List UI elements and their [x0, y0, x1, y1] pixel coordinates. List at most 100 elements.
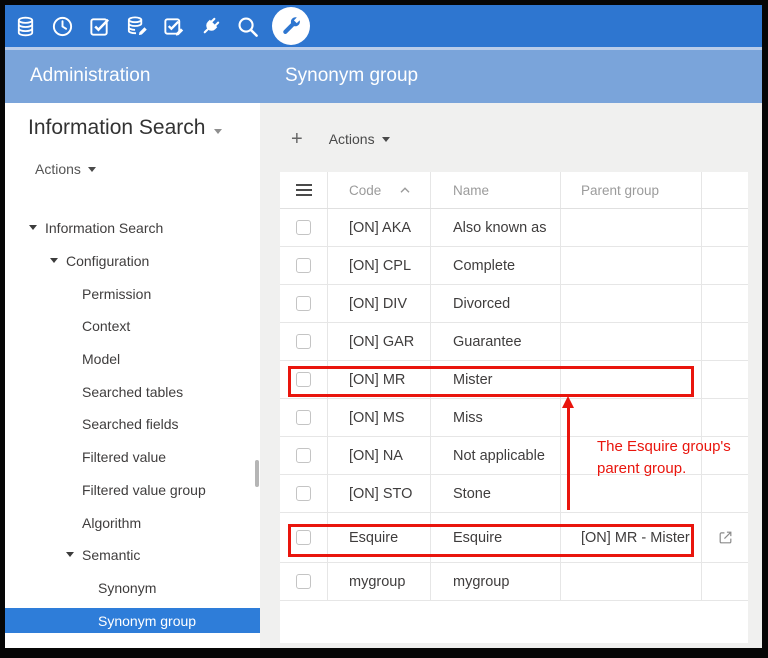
synonym-group-table: Code Name Parent group [ON] AKAAlso know… — [280, 172, 748, 643]
row-actions-cell — [701, 285, 748, 322]
cell-name: Also known as — [430, 209, 560, 246]
actions-button-label: Actions — [329, 131, 375, 147]
sidebar-item-filtered-value[interactable]: Filtered value — [5, 441, 260, 474]
row-checkbox[interactable] — [296, 372, 311, 387]
sidebar-item-configuration[interactable]: Configuration — [5, 245, 260, 278]
row-checkbox[interactable] — [296, 220, 311, 235]
column-header-parent-group-label: Parent group — [581, 183, 659, 198]
table-row[interactable]: [ON] NANot applicable — [280, 437, 748, 475]
row-actions-cell — [701, 563, 748, 600]
page-header: Administration Synonym group — [5, 50, 762, 103]
sidebar-item-model[interactable]: Model — [5, 343, 260, 376]
cell-parent-group — [560, 437, 701, 474]
cell-code: [ON] GAR — [327, 323, 430, 360]
row-checkbox[interactable] — [296, 486, 311, 501]
top-toolbar — [5, 5, 762, 47]
sidebar-item-searched-fields[interactable]: Searched fields — [5, 408, 260, 441]
column-header-name-label: Name — [453, 183, 489, 198]
sidebar-title-caret-icon[interactable] — [214, 129, 222, 134]
cell-name: Divorced — [430, 285, 560, 322]
column-header-code[interactable]: Code — [327, 172, 430, 208]
tree-caret-down-icon[interactable] — [66, 552, 74, 557]
sidebar-item-semantic[interactable]: Semantic — [5, 539, 260, 572]
sidebar-actions-label: Actions — [35, 161, 81, 177]
row-checkbox-cell — [280, 247, 327, 284]
cell-parent-group — [560, 361, 701, 398]
column-header-parent-group[interactable]: Parent group — [560, 172, 701, 208]
tree-item-label: Synonym — [98, 580, 156, 596]
table-header: Code Name Parent group — [280, 172, 748, 209]
column-header-code-label: Code — [349, 183, 381, 198]
tree-caret-down-icon[interactable] — [29, 225, 37, 230]
row-actions-cell — [701, 437, 748, 474]
row-checkbox[interactable] — [296, 334, 311, 349]
tree-item-label: Filtered value — [82, 449, 166, 465]
row-actions-cell — [701, 209, 748, 246]
sidebar-actions-button[interactable]: Actions — [35, 161, 96, 177]
open-record-icon[interactable] — [717, 529, 734, 546]
database-icon-button[interactable] — [13, 14, 37, 38]
table-row[interactable]: [ON] MSMiss — [280, 399, 748, 437]
admin-title: Administration — [30, 65, 150, 87]
table-row[interactable]: EsquireEsquire[ON] MR - Mister — [280, 513, 748, 563]
row-checkbox-cell — [280, 399, 327, 436]
tree-caret-down-icon[interactable] — [50, 258, 58, 263]
row-actions-cell — [701, 475, 748, 512]
clock-icon-button[interactable] — [50, 14, 74, 38]
table-row[interactable]: [ON] MRMister — [280, 361, 748, 399]
sidebar-item-permission[interactable]: Permission — [5, 277, 260, 310]
tree-item-label: Algorithm — [82, 515, 141, 531]
sidebar-item-searched-tables[interactable]: Searched tables — [5, 375, 260, 408]
sidebar-item-filtered-value-group[interactable]: Filtered value group — [5, 474, 260, 507]
table-row[interactable]: [ON] DIVDivorced — [280, 285, 748, 323]
page-title: Synonym group — [285, 65, 418, 87]
tasks-icon-button[interactable] — [87, 14, 111, 38]
search-icon-button[interactable] — [235, 14, 259, 38]
plug-icon-button[interactable] — [198, 14, 222, 38]
sidebar-item-synonym-group[interactable]: Synonym group — [5, 604, 260, 637]
table-row[interactable]: [ON] STOStone — [280, 475, 748, 513]
table-row[interactable]: [ON] CPLComplete — [280, 247, 748, 285]
cell-parent-group — [560, 399, 701, 436]
database-edit-icon-button[interactable] — [124, 14, 148, 38]
actions-button[interactable]: Actions — [329, 131, 390, 147]
wrench-icon-active-button[interactable] — [272, 7, 310, 45]
tasks-edit-icon-button[interactable] — [161, 14, 185, 38]
tree-item-label: Filtered value group — [82, 482, 206, 498]
sidebar-scrollbar-thumb[interactable] — [255, 460, 259, 487]
sort-asc-icon — [399, 186, 411, 194]
table-row[interactable]: [ON] AKAAlso known as — [280, 209, 748, 247]
row-checkbox[interactable] — [296, 448, 311, 463]
cell-parent-group — [560, 247, 701, 284]
tree-item-label: Configuration — [66, 253, 149, 269]
row-checkbox[interactable] — [296, 258, 311, 273]
sidebar-item-context[interactable]: Context — [5, 310, 260, 343]
grid-toolbar: + Actions — [280, 115, 390, 163]
row-checkbox-cell — [280, 563, 327, 600]
cell-name: Miss — [430, 399, 560, 436]
row-actions-cell — [701, 247, 748, 284]
row-checkbox[interactable] — [296, 410, 311, 425]
row-actions-cell — [701, 399, 748, 436]
sidebar: Information Search Actions Information S… — [5, 103, 260, 648]
sidebar-item-algorithm[interactable]: Algorithm — [5, 506, 260, 539]
sidebar-item-synonym[interactable]: Synonym — [5, 572, 260, 605]
column-header-name[interactable]: Name — [430, 172, 560, 208]
tree-item-label: Synonym group — [98, 613, 196, 629]
table-row[interactable]: mygroupmygroup — [280, 563, 748, 601]
row-checkbox-cell — [280, 475, 327, 512]
cell-code: [ON] NA — [327, 437, 430, 474]
cell-code: [ON] DIV — [327, 285, 430, 322]
row-checkbox[interactable] — [296, 574, 311, 589]
table-row[interactable]: [ON] GARGuarantee — [280, 323, 748, 361]
row-checkbox[interactable] — [296, 296, 311, 311]
tree-item-label: Permission — [82, 286, 151, 302]
table-menu-button[interactable] — [280, 172, 327, 208]
caret-down-icon — [88, 167, 96, 172]
row-checkbox[interactable] — [296, 530, 311, 545]
add-button[interactable]: + — [291, 129, 303, 149]
sidebar-title: Information Search — [28, 116, 205, 140]
sidebar-item-information-search[interactable]: Information Search — [5, 212, 260, 245]
menu-icon — [296, 184, 312, 196]
cell-parent-group — [560, 475, 701, 512]
